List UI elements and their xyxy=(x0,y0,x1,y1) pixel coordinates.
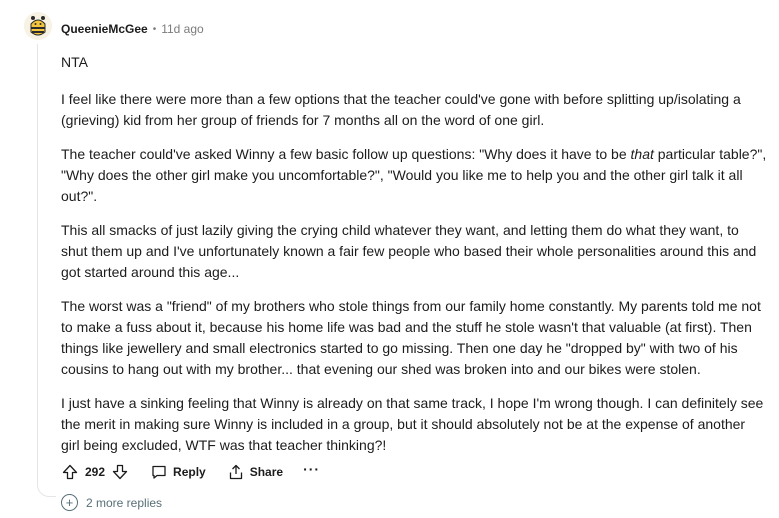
paragraph-line: the merit in making sure Winny is includ… xyxy=(61,416,746,432)
paragraph-line: girl being excluded, WTF was that teache… xyxy=(61,437,387,453)
vote-count: 292 xyxy=(85,465,106,479)
upvote-icon[interactable] xyxy=(61,463,79,481)
speech-bubble-icon xyxy=(152,465,166,479)
paragraph-line: "Why does the other girl make you uncomf… xyxy=(61,167,743,183)
paragraph-line: I just have a sinking feeling that Winny… xyxy=(61,395,764,411)
username-link[interactable]: QueenieMcGee xyxy=(61,22,148,36)
more-options-icon[interactable]: ··· xyxy=(303,462,320,480)
comment-paragraph: I just have a sinking feeling that Winny… xyxy=(61,393,771,456)
paragraph-line: out?". xyxy=(61,188,98,204)
paragraph-line: (grieving) kid from her group of friends… xyxy=(61,112,545,128)
share-button[interactable]: Share xyxy=(228,464,283,480)
downvote-icon[interactable] xyxy=(111,463,129,481)
thread-connector xyxy=(37,474,56,497)
paragraph-line: The teacher could've asked Winny a few b… xyxy=(61,144,771,165)
user-avatar[interactable] xyxy=(24,12,52,40)
more-replies-label: 2 more replies xyxy=(86,495,163,510)
reply-label: Reply xyxy=(173,465,206,479)
paragraph-line: This all smacks of just lazily giving th… xyxy=(61,222,739,238)
comment-paragraph: This all smacks of just lazily giving th… xyxy=(61,220,771,283)
comment-paragraph: The worst was a "friend" of my brothers … xyxy=(61,296,771,380)
paragraph-line: things like jewellery and small electron… xyxy=(61,340,738,356)
thread-line[interactable] xyxy=(37,44,38,484)
paragraph-line: to make a fuss about it, because his hom… xyxy=(61,319,752,335)
paragraph-line: shut them up and I've unfortunately know… xyxy=(61,243,757,259)
paragraph-text: particular table?", xyxy=(653,146,767,162)
meta-separator: • xyxy=(152,23,157,35)
share-label: Share xyxy=(249,465,284,479)
plus-circle-icon: + xyxy=(61,494,78,511)
comment-actions: 292 Reply Share ··· xyxy=(61,461,320,483)
paragraph-line: The worst was a "friend" of my brothers … xyxy=(61,298,761,314)
comment-meta: QueenieMcGee • 11d ago xyxy=(61,20,204,38)
comment-paragraph: I feel like there were more than a few o… xyxy=(61,89,771,131)
more-replies-button[interactable]: + 2 more replies xyxy=(61,494,162,511)
vote-controls: 292 xyxy=(61,463,129,481)
paragraph-line: I feel like there were more than a few o… xyxy=(61,91,741,107)
timestamp[interactable]: 11d ago xyxy=(161,22,204,36)
comment-paragraph: NTA xyxy=(61,52,771,73)
comment: QueenieMcGee • 11d ago NTA I feel like t… xyxy=(0,0,779,518)
share-icon xyxy=(229,464,242,480)
paragraph-line: cousins to hang out with my brother... t… xyxy=(61,361,701,377)
comment-body: NTA I feel like there were more than a f… xyxy=(61,52,771,469)
comment-paragraph: The teacher could've asked Winny a few b… xyxy=(61,144,771,207)
paragraph-text: NTA xyxy=(61,54,88,70)
reply-button[interactable]: Reply xyxy=(151,464,206,480)
emphasis-text: that xyxy=(630,146,654,162)
bee-avatar-icon xyxy=(24,12,52,40)
paragraph-line: got started around this age... xyxy=(61,264,240,280)
paragraph-text: The teacher could've asked Winny a few b… xyxy=(61,146,631,162)
